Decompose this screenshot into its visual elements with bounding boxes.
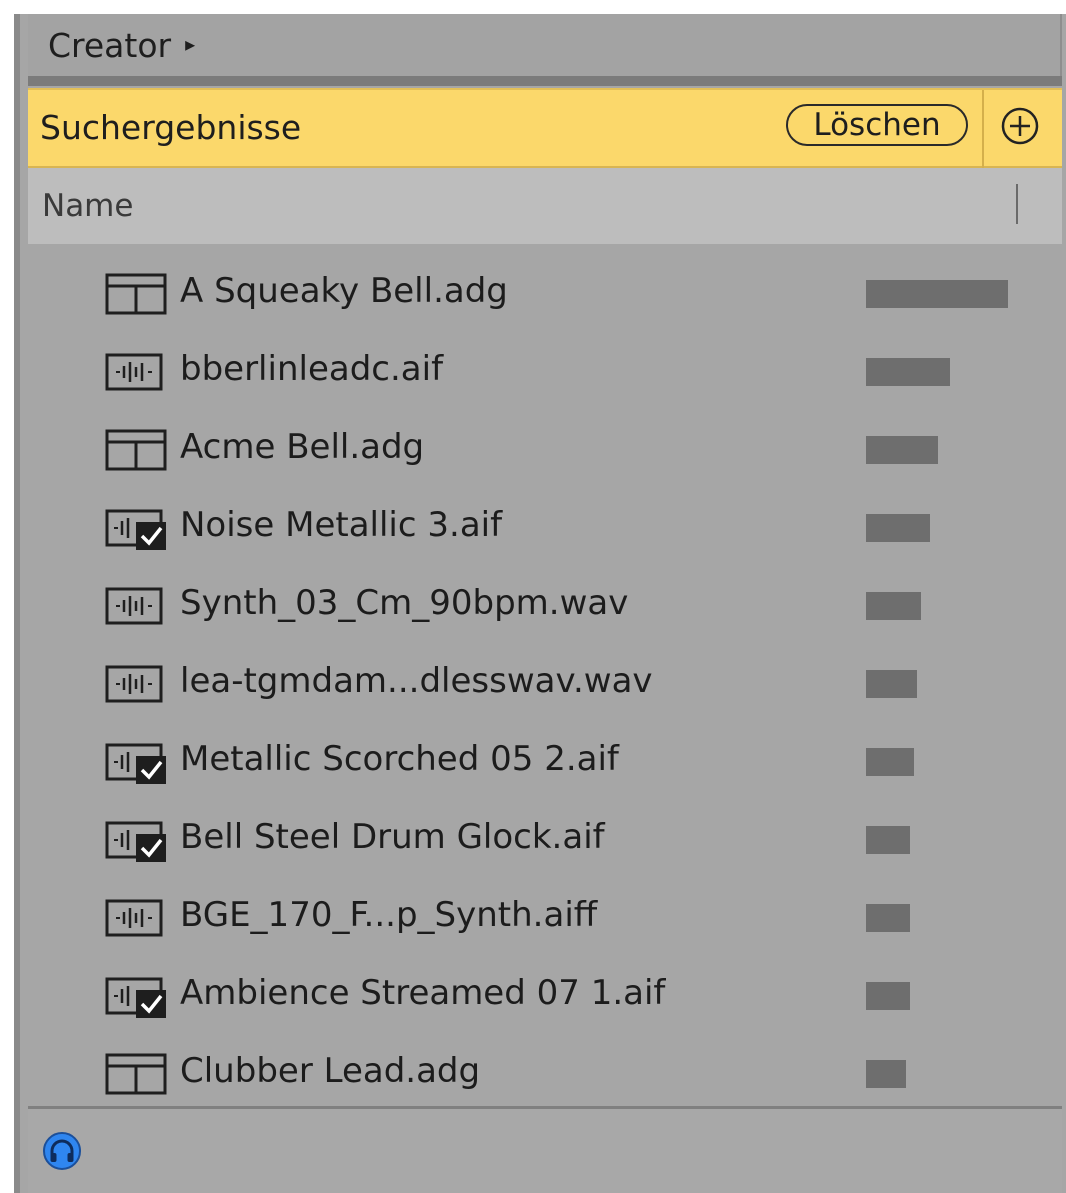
item-name: lea-tgmdam...dlesswav.wav	[180, 661, 653, 701]
headphones-icon[interactable]	[42, 1131, 82, 1171]
audio-sample-icon	[104, 350, 170, 394]
clear-results-button[interactable]: Löschen	[786, 104, 968, 146]
device-rack-icon	[104, 272, 170, 316]
list-item[interactable]: Clubber Lead.adg	[28, 1034, 1062, 1112]
item-name: Clubber Lead.adg	[180, 1051, 481, 1091]
audio-sample-checked-icon	[104, 740, 170, 784]
item-name: Metallic Scorched 05 2.aif	[180, 739, 619, 779]
relevance-bar	[866, 280, 1008, 308]
section-divider	[28, 76, 1062, 86]
audio-sample-checked-icon	[104, 818, 170, 862]
plus-circle-icon[interactable]	[1000, 106, 1040, 146]
list-item[interactable]: Bell Steel Drum Glock.aif	[28, 800, 1062, 878]
item-name: bberlinleadc.aif	[180, 349, 444, 389]
relevance-bar	[866, 592, 921, 620]
item-name: Noise Metallic 3.aif	[180, 505, 503, 545]
relevance-bar	[866, 1060, 906, 1088]
item-name: Acme Bell.adg	[180, 427, 425, 467]
name-column-header[interactable]: Name	[42, 188, 133, 224]
item-name: Bell Steel Drum Glock.aif	[180, 817, 605, 857]
audio-sample-icon	[104, 896, 170, 940]
browser-footer	[28, 1109, 1062, 1193]
list-item[interactable]: Ambience Streamed 07 1.aif	[28, 956, 1062, 1034]
creator-label: Creator	[48, 25, 172, 65]
header-divider	[982, 90, 984, 168]
device-rack-icon	[104, 428, 170, 472]
item-name: A Squeaky Bell.adg	[180, 271, 508, 311]
creator-filter[interactable]: Creator ▸	[28, 14, 1062, 76]
relevance-bar	[866, 904, 910, 932]
relevance-bar	[866, 358, 950, 386]
browser-panel: Creator ▸ Suchergebnisse Löschen Name A …	[14, 14, 1066, 1193]
list-item[interactable]: Noise Metallic 3.aif	[28, 488, 1062, 566]
item-name: Synth_03_Cm_90bpm.wav	[180, 583, 629, 623]
column-header-row: Name	[28, 168, 1062, 244]
relevance-bar	[866, 826, 910, 854]
relevance-bar	[866, 982, 910, 1010]
list-item[interactable]: A Squeaky Bell.adg	[28, 254, 1062, 332]
audio-sample-checked-icon	[104, 506, 170, 550]
search-results-header: Suchergebnisse Löschen	[28, 88, 1062, 168]
results-list: A Squeaky Bell.adg bberlinleadc.aif Acme B…	[28, 244, 1062, 1106]
audio-sample-checked-icon	[104, 974, 170, 1018]
device-rack-icon	[104, 1052, 170, 1096]
list-item[interactable]: lea-tgmdam...dlesswav.wav	[28, 644, 1062, 722]
column-resize-handle[interactable]	[1016, 184, 1018, 224]
item-name: Ambience Streamed 07 1.aif	[180, 973, 666, 1013]
relevance-bar	[866, 514, 930, 542]
list-item[interactable]: Metallic Scorched 05 2.aif	[28, 722, 1062, 800]
item-name: BGE_170_F...p_Synth.aiff	[180, 895, 598, 935]
audio-sample-icon	[104, 662, 170, 706]
expand-arrow-icon: ▸	[185, 32, 196, 56]
list-item[interactable]: bberlinleadc.aif	[28, 332, 1062, 410]
list-item[interactable]: BGE_170_F...p_Synth.aiff	[28, 878, 1062, 956]
list-item[interactable]: Synth_03_Cm_90bpm.wav	[28, 566, 1062, 644]
audio-sample-icon	[104, 584, 170, 628]
relevance-bar	[866, 436, 938, 464]
relevance-bar	[866, 748, 914, 776]
search-results-title: Suchergebnisse	[40, 108, 302, 147]
list-item[interactable]: Acme Bell.adg	[28, 410, 1062, 488]
relevance-bar	[866, 670, 917, 698]
